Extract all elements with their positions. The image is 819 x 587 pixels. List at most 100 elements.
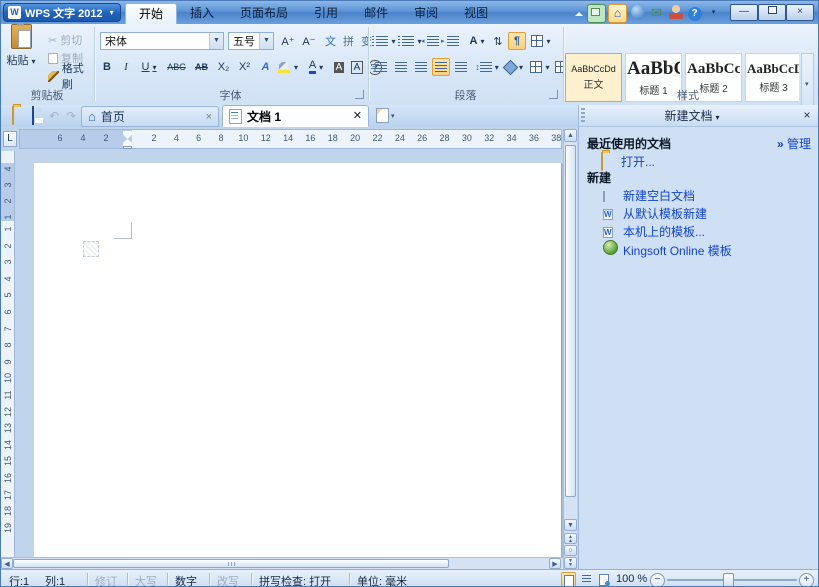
panel-close-icon[interactable]: × <box>799 108 815 124</box>
bullets-button[interactable] <box>372 32 396 50</box>
help-icon[interactable]: ? <box>686 5 703 22</box>
align-right-button[interactable] <box>412 58 430 76</box>
page-view-button[interactable] <box>561 572 576 587</box>
spellcheck-indicator[interactable]: 拼写检查: 打开 <box>259 573 331 587</box>
scroll-right-button[interactable]: ▶ <box>549 558 561 569</box>
vertical-scrollbar[interactable]: ▲ ▼ ○ <box>563 129 577 569</box>
text-tool-icon[interactable]: 文 <box>323 32 338 50</box>
scroll-left-button[interactable]: ◀ <box>1 558 13 569</box>
underline-button[interactable]: U <box>137 58 161 76</box>
paragraph-dialog-launcher[interactable] <box>549 90 558 99</box>
strikethrough-button[interactable]: AB <box>191 58 212 76</box>
italic-button[interactable]: I <box>118 58 134 76</box>
outline-view-button[interactable] <box>579 572 594 587</box>
char-shading-button[interactable]: A <box>331 58 347 76</box>
horizontal-scroll-thumb[interactable] <box>13 559 449 568</box>
tab-insert[interactable]: 插入 <box>177 3 227 24</box>
new-blank-document-link[interactable]: 新建空白文档 <box>623 187 695 204</box>
new-document-tab-button[interactable]: ▾ <box>373 107 402 124</box>
open-document-link[interactable]: 打开... <box>621 153 655 170</box>
shrink-font-button[interactable]: A⁻ <box>299 32 319 50</box>
track-changes-indicator[interactable]: 修订 <box>95 573 117 587</box>
para-spacing-icon[interactable]: ⇅ <box>491 32 505 50</box>
kingsoft-online-templates-link[interactable]: Kingsoft Online 模板 <box>623 242 732 259</box>
grow-font-button[interactable]: A⁺ <box>278 32 298 50</box>
vertical-ruler[interactable]: 432112345678910111213141516171819 <box>1 151 15 557</box>
scroll-down-button[interactable]: ▼ <box>564 519 577 531</box>
chevron-down-icon[interactable]: ▼ <box>259 33 273 49</box>
zoom-slider-thumb[interactable] <box>723 573 734 587</box>
user-icon[interactable] <box>667 5 684 22</box>
justify-button[interactable] <box>432 58 450 76</box>
vertical-scroll-thumb[interactable] <box>565 145 576 497</box>
document-page[interactable] <box>34 163 562 557</box>
font-dialog-launcher[interactable] <box>355 90 364 99</box>
more-dropdown-icon[interactable]: ▾ <box>705 5 722 22</box>
tab-review[interactable]: 审阅 <box>401 3 451 24</box>
switch-window-icon[interactable] <box>587 4 606 23</box>
left-indent-marker[interactable] <box>123 146 132 149</box>
cut-button[interactable]: ✂ 剪切 <box>48 32 94 48</box>
tab-page-layout[interactable]: 页面布局 <box>227 3 301 24</box>
align-left-button[interactable] <box>372 58 390 76</box>
emphasis-mark-button[interactable]: ABC <box>164 58 189 76</box>
char-border-button[interactable]: A <box>349 58 365 76</box>
chevron-down-icon[interactable]: ▼ <box>209 33 223 49</box>
zoom-out-button[interactable]: − <box>650 573 665 587</box>
decrease-indent-button[interactable]: ◂ <box>424 32 442 50</box>
close-tab-icon[interactable]: ✕ <box>353 111 362 121</box>
format-painter-button[interactable]: 格式刷 <box>48 68 94 84</box>
new-from-default-template-link[interactable]: 从默认模板新建 <box>623 205 707 222</box>
tab-stop-selector[interactable]: L <box>3 131 17 147</box>
font-family-combo[interactable]: 宋体▼ <box>100 32 224 50</box>
font-color-button[interactable]: A <box>303 58 329 76</box>
increase-indent-button[interactable]: ▸ <box>444 32 462 50</box>
line-spacing-button[interactable]: ↕ <box>474 58 500 76</box>
doc-tab-homepage[interactable]: ⌂ 首页 × <box>81 106 219 127</box>
close-button[interactable]: × <box>786 4 814 21</box>
web-view-button[interactable] <box>596 572 611 587</box>
borders-button[interactable] <box>528 58 552 76</box>
save-button[interactable] <box>25 108 41 124</box>
zoom-in-button[interactable]: + <box>799 573 814 587</box>
phonetic-guide-icon[interactable]: 拼 <box>341 32 356 50</box>
highlight-button[interactable] <box>275 58 301 76</box>
close-tab-icon[interactable]: × <box>206 112 212 122</box>
redo-button[interactable]: ↷ <box>63 108 79 124</box>
mail-icon[interactable]: ✉ <box>648 5 665 22</box>
minimize-button[interactable]: — <box>730 4 758 21</box>
panel-title[interactable]: 新建文档 <box>585 107 799 124</box>
undo-button[interactable]: ↶ <box>46 108 62 124</box>
manage-link[interactable]: » 管理 <box>777 135 811 152</box>
browser-icon[interactable] <box>629 5 646 22</box>
home-icon[interactable]: ⌂ <box>608 4 627 23</box>
overtype-indicator[interactable]: 改写 <box>217 573 239 587</box>
bold-button[interactable]: B <box>98 58 116 76</box>
restore-button[interactable] <box>758 4 786 21</box>
char-scale-button[interactable]: A <box>466 32 488 50</box>
select-browse-object-button[interactable]: ○ <box>564 545 577 556</box>
next-page-button[interactable] <box>564 557 577 569</box>
tab-references[interactable]: 引用 <box>301 3 351 24</box>
superscript-button[interactable]: X² <box>235 58 254 76</box>
tab-view[interactable]: 视图 <box>451 3 501 24</box>
text-direction-button[interactable] <box>529 32 553 50</box>
paste-button[interactable]: 粘贴 <box>1 24 41 81</box>
zoom-level[interactable]: 100 % <box>616 573 647 585</box>
numbering-button[interactable] <box>398 32 422 50</box>
font-size-combo[interactable]: 五号▼ <box>228 32 274 50</box>
subscript-button[interactable]: X₂ <box>214 58 233 76</box>
previous-page-button[interactable] <box>564 533 577 544</box>
shading-button[interactable] <box>502 58 526 76</box>
show-marks-toggle[interactable]: ¶ <box>508 32 526 50</box>
tab-mailings[interactable]: 邮件 <box>351 3 401 24</box>
text-effect-button[interactable]: A <box>258 58 273 76</box>
scroll-up-button[interactable]: ▲ <box>564 129 577 142</box>
open-file-button[interactable] <box>5 108 21 124</box>
distribute-button[interactable] <box>452 58 470 76</box>
horizontal-scrollbar[interactable]: ◀ ▶ <box>1 557 563 569</box>
horizontal-ruler[interactable]: 6422468101214161820222426283032343638 <box>19 129 562 149</box>
tab-home[interactable]: 开始 <box>125 3 177 24</box>
wps-menu-button[interactable]: W WPS 文字 2012 <box>3 3 121 22</box>
local-templates-link[interactable]: 本机上的模板... <box>623 223 705 240</box>
